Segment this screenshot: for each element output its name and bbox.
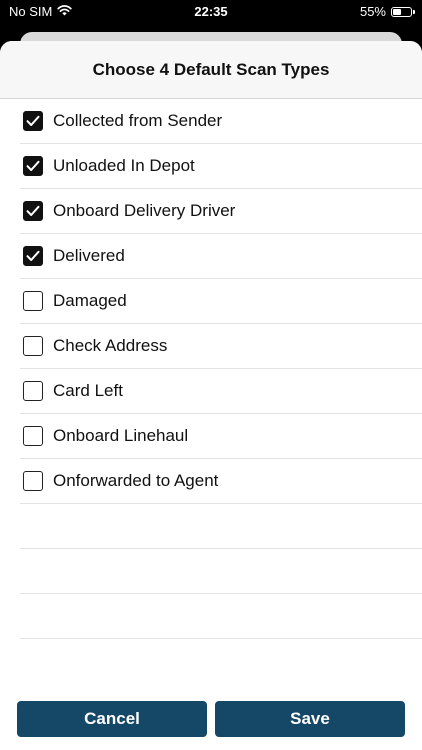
checkbox-checked[interactable] — [23, 246, 43, 266]
sheet-title: Choose 4 Default Scan Types — [92, 59, 330, 79]
scan-type-label: Card Left — [53, 381, 123, 400]
checkbox-unchecked[interactable] — [23, 471, 43, 491]
scan-type-label: Onboard Linehaul — [53, 426, 189, 445]
checkbox-checked[interactable] — [23, 111, 43, 131]
checkbox-unchecked[interactable] — [23, 381, 43, 401]
empty-row — [20, 594, 422, 639]
empty-row — [20, 549, 422, 594]
status-time: 22:35 — [194, 4, 228, 19]
empty-row — [20, 504, 422, 549]
scan-type-row[interactable]: Card Left — [20, 369, 422, 414]
scan-types-sheet: Choose 4 Default Scan Types Collected fr… — [0, 41, 422, 750]
cancel-button[interactable]: Cancel — [17, 701, 207, 737]
scan-type-row[interactable]: Damaged — [20, 279, 422, 324]
scan-type-label: Collected from Sender — [53, 111, 223, 130]
battery-cap — [413, 9, 415, 14]
scan-type-row[interactable]: Collected from Sender — [20, 99, 422, 144]
sheet-footer: Cancel Save — [0, 684, 422, 750]
save-button[interactable]: Save — [215, 701, 405, 737]
checkmark-icon — [26, 250, 40, 261]
status-bar: No SIM 22:35 55% — [0, 0, 422, 24]
scan-type-label: Check Address — [53, 336, 168, 355]
checkmark-icon — [26, 160, 40, 171]
scan-type-row[interactable]: Onforwarded to Agent — [20, 459, 422, 504]
checkmark-icon — [26, 205, 40, 216]
scan-type-row[interactable]: Unloaded In Depot — [20, 144, 422, 189]
scan-type-label: Onboard Delivery Driver — [53, 201, 236, 220]
status-right: 55% — [359, 4, 415, 19]
battery-level-fill — [393, 8, 401, 15]
checkbox-unchecked[interactable] — [23, 291, 43, 311]
checkmark-icon — [26, 115, 40, 126]
battery-icon — [391, 6, 415, 17]
scan-type-row[interactable]: Delivered — [20, 234, 422, 279]
checkbox-unchecked[interactable] — [23, 426, 43, 446]
scan-type-row[interactable]: Onboard Delivery Driver — [20, 189, 422, 234]
app-screen: No SIM 22:35 55% Choose 4 Default Scan T… — [0, 0, 422, 750]
scan-type-label: Unloaded In Depot — [53, 156, 195, 175]
checkbox-checked[interactable] — [23, 201, 43, 221]
checkbox-checked[interactable] — [23, 156, 43, 176]
scan-type-list: Collected from Sender Unloaded In Depot On… — [0, 99, 422, 504]
checkbox-unchecked[interactable] — [23, 336, 43, 356]
scan-type-row[interactable]: Onboard Linehaul — [20, 414, 422, 459]
scan-type-label: Delivered — [53, 246, 125, 265]
scan-type-label: Damaged — [53, 291, 127, 310]
scan-type-row[interactable]: Check Address — [20, 324, 422, 369]
sheet-header: Choose 4 Default Scan Types — [0, 41, 422, 99]
battery-percent: 55% — [359, 4, 386, 19]
scan-type-label: Onforwarded to Agent — [53, 471, 219, 490]
